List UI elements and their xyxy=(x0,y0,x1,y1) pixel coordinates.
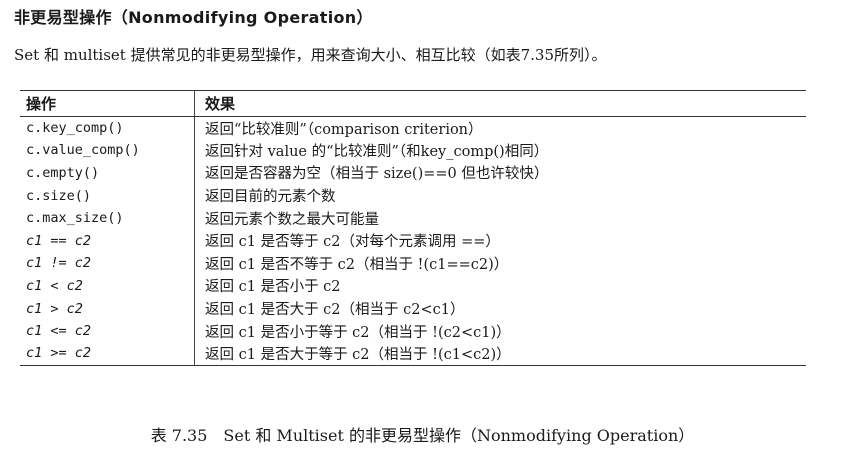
effect-cell: 返回 c1 是否不等于 c2（相当于 !(c1==c2)） xyxy=(205,256,509,273)
table-row: c.size() 返回目前的元素个数 xyxy=(20,184,806,207)
operation-cell: c1 == c2 xyxy=(20,229,195,253)
effect-cell: 返回“比较准则”（comparison criterion） xyxy=(205,121,483,138)
effect-cell: 返回是否容器为空（相当于 size()==0 但也许较快） xyxy=(205,166,549,183)
section-heading: 非更易型操作（Nonmodifying Operation） xyxy=(14,8,373,27)
operation-cell: c.size() xyxy=(20,184,195,207)
effect-cell: 返回 c1 是否大于等于 c2（相当于 !(c1<c2)） xyxy=(194,342,806,366)
table-row: c1 < c2 返回 c1 是否小于 c2 xyxy=(20,274,806,298)
table-row: c1 == c2 返回 c1 是否等于 c2（对每个元素调用 ==） xyxy=(20,229,806,253)
table-caption: 表 7.35 Set 和 Multiset 的非更易型操作（Nonmodifyi… xyxy=(150,426,695,445)
header-effect: 效果 xyxy=(194,90,806,117)
effect-cell: 返回目前的元素个数 xyxy=(205,189,336,206)
intro-paragraph: Set 和 multiset 提供常见的非更易型操作，用来查询大小、相互比较（如… xyxy=(14,46,607,64)
table-row: c1 <= c2 返回 c1 是否小于等于 c2（相当于 !(c2<c1)） xyxy=(20,319,806,343)
table-row: c.max_size() 返回元素个数之最大可能量 xyxy=(20,206,806,230)
table-header-row: 操作 效果 xyxy=(20,90,806,117)
effect-cell: 返回元素个数之最大可能量 xyxy=(205,211,379,228)
header-operation: 操作 xyxy=(20,90,195,117)
operation-cell: c.key_comp() xyxy=(20,116,195,140)
operations-table: 操作 效果 c.key_comp() 返回“比较准则”（comparison c… xyxy=(20,90,806,366)
effect-cell: 返回针对 value 的“比较准则”（和key_comp()相同） xyxy=(205,143,549,160)
table-row: c1 != c2 返回 c1 是否不等于 c2（相当于 !(c1==c2)） xyxy=(20,252,806,275)
table-row: c1 >= c2 返回 c1 是否大于等于 c2（相当于 !(c1<c2)） xyxy=(20,342,806,366)
operation-cell: c1 >= c2 xyxy=(20,342,195,366)
operation-cell: c.max_size() xyxy=(20,206,195,230)
operation-cell: c1 <= c2 xyxy=(20,319,195,343)
table-row: c1 > c2 返回 c1 是否大于 c2（相当于 c2<c1） xyxy=(20,297,806,320)
table-row: c.key_comp() 返回“比较准则”（comparison criteri… xyxy=(20,116,806,140)
operation-cell: c1 != c2 xyxy=(20,252,195,275)
effect-cell: 返回 c1 是否大于 c2（相当于 c2<c1） xyxy=(205,302,465,319)
table-row: c.empty() 返回是否容器为空（相当于 size()==0 但也许较快） xyxy=(20,161,806,185)
effect-cell: 返回 c1 是否小于 c2 xyxy=(205,279,341,296)
table-row: c.value_comp() 返回针对 value 的“比较准则”（和key_c… xyxy=(20,139,806,162)
operation-cell: c1 > c2 xyxy=(20,297,195,320)
operation-cell: c.empty() xyxy=(20,161,195,185)
effect-cell: 返回 c1 是否小于等于 c2（相当于 !(c2<c1)） xyxy=(205,324,511,341)
operation-cell: c.value_comp() xyxy=(20,139,195,162)
effect-cell: 返回 c1 是否等于 c2（对每个元素调用 ==） xyxy=(205,234,500,251)
operation-cell: c1 < c2 xyxy=(20,274,195,298)
